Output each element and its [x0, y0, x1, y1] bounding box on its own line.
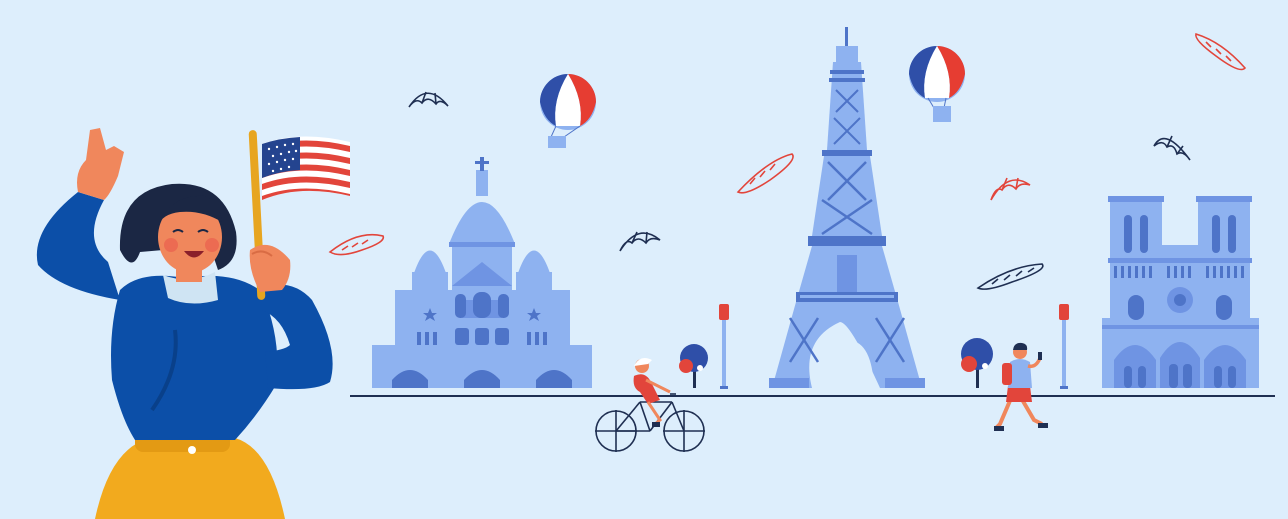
illustration-canvas — [0, 0, 1288, 519]
scene-svg — [0, 0, 1288, 519]
us-flag-icon — [262, 136, 350, 200]
